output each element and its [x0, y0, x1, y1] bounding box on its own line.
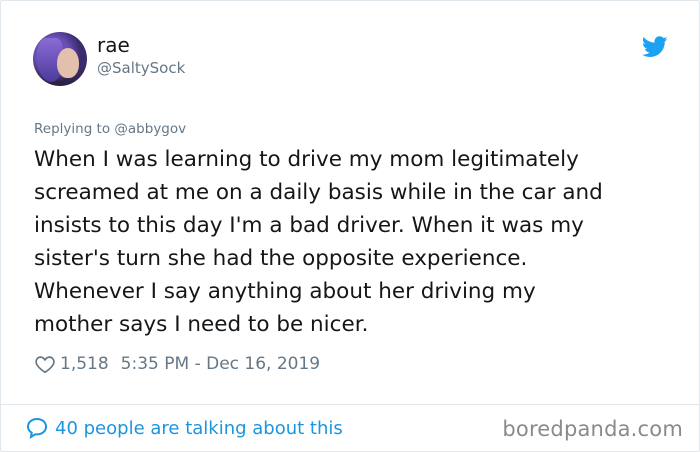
heart-icon[interactable] — [34, 353, 56, 375]
tweet-card: rae @SaltySock Replying to @abbygov When… — [0, 0, 700, 452]
replying-to-handle[interactable]: @abbygov — [114, 121, 186, 137]
tweet-meta: 1,518 5:35 PM - Dec 16, 2019 — [34, 352, 320, 376]
author-name[interactable]: rae — [97, 33, 130, 57]
avatar-face — [57, 48, 79, 78]
avatar[interactable] — [33, 32, 87, 86]
author-handle[interactable]: @SaltySock — [97, 59, 185, 77]
twitter-bird-icon[interactable] — [642, 36, 668, 58]
speech-bubble-icon — [26, 417, 48, 440]
replying-to-line: Replying to @abbygov — [34, 121, 186, 137]
conversation-link[interactable]: 40 people are talking about this — [25, 415, 343, 441]
timestamp[interactable]: 5:35 PM - Dec 16, 2019 — [121, 354, 320, 374]
watermark-logo: boredpanda.com — [502, 417, 683, 441]
conversation-label: 40 people are talking about this — [55, 417, 343, 439]
tweet-text: When I was learning to drive my mom legi… — [34, 147, 603, 337]
replying-prefix: Replying to — [34, 121, 111, 137]
divider — [1, 404, 700, 405]
like-count[interactable]: 1,518 — [60, 354, 109, 374]
